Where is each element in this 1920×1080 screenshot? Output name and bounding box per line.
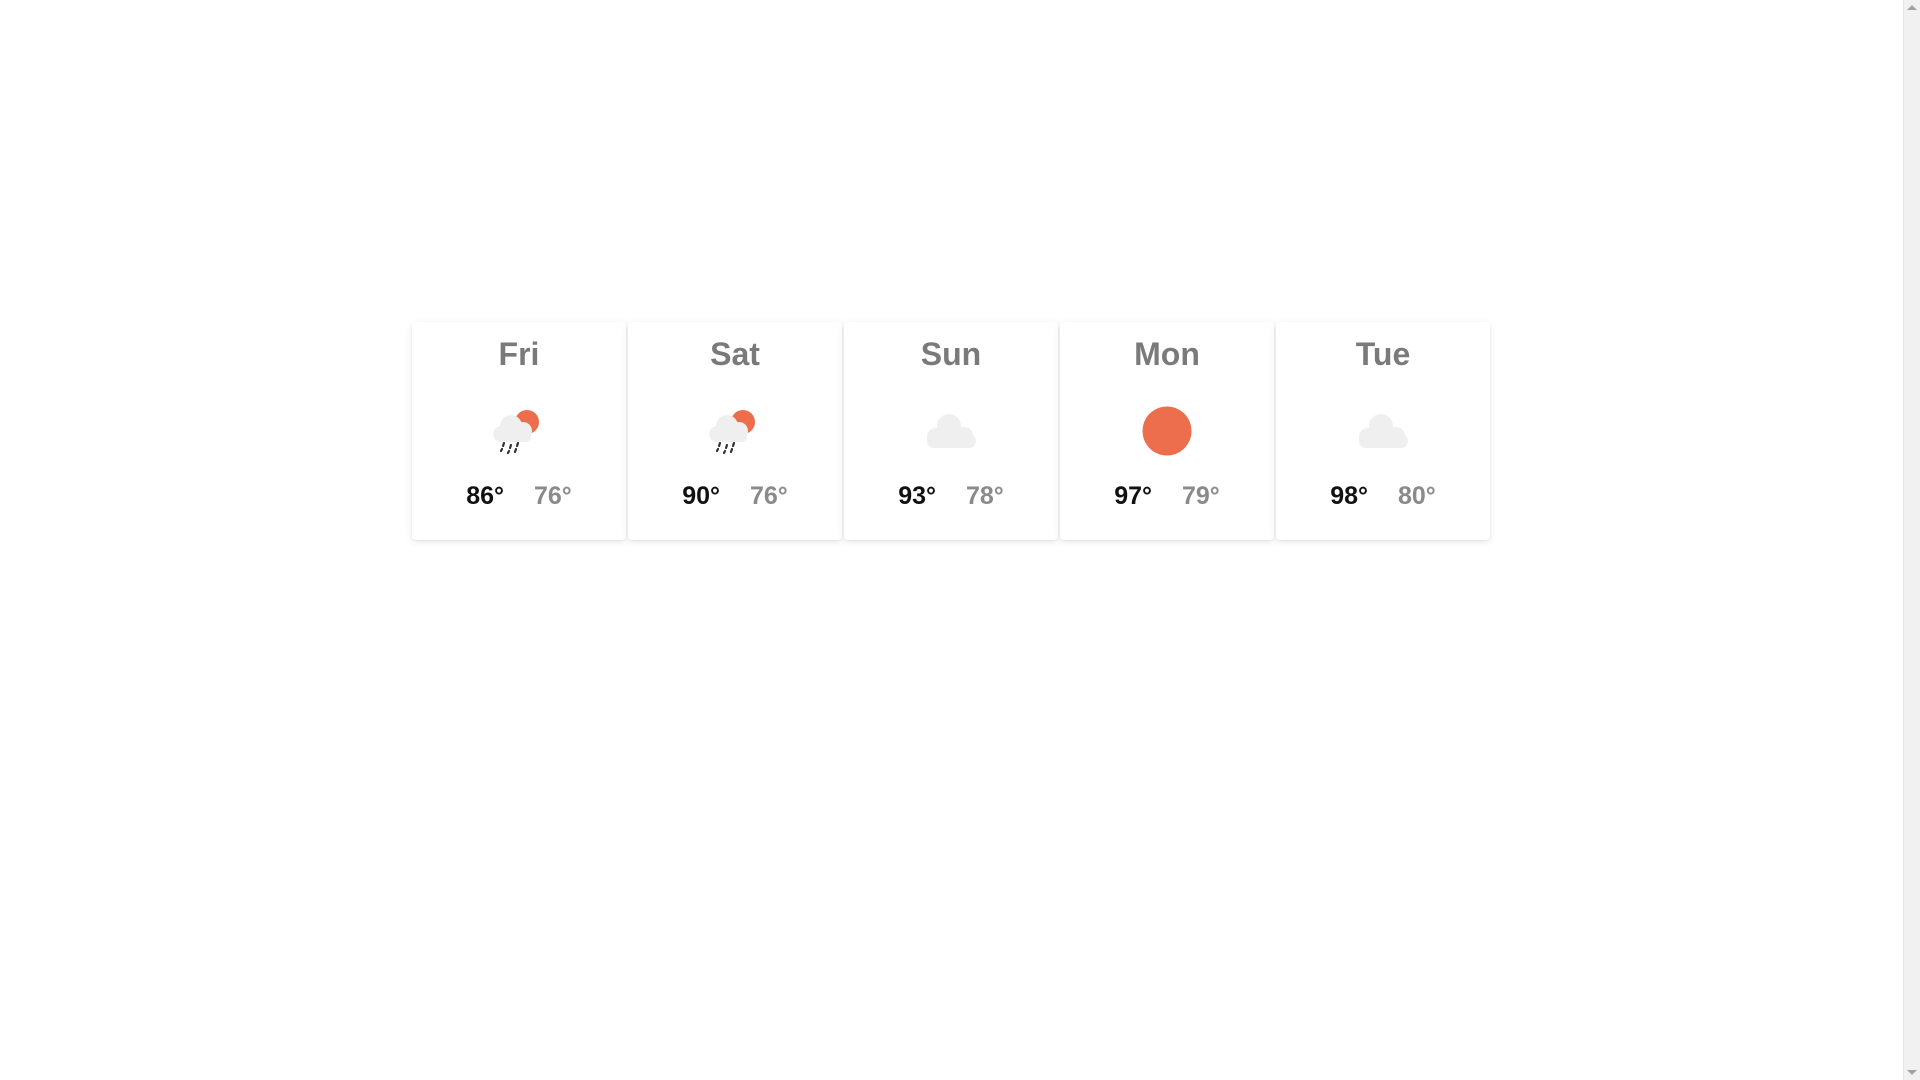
vertical-scrollbar[interactable] [1903,0,1920,1080]
low-temp: 76° [750,482,788,510]
high-temp: 97° [1114,482,1152,510]
low-temp: 79° [1182,482,1220,510]
temperature-range: 93° 78° [898,482,1004,511]
rain-sun-icon [484,403,554,459]
day-card-sat: Sat 90° 76° [628,322,842,540]
cloud-icon [916,403,986,459]
day-name: Sun [920,336,982,372]
day-card-sun: Sun 93° 78° [844,322,1058,540]
day-card-tue: Tue 98° 80° [1276,322,1490,540]
low-temp: 78° [966,482,1004,510]
high-temp: 86° [466,482,504,510]
rain-sun-icon [700,403,770,459]
scroll-up-arrow-icon[interactable] [1907,5,1917,10]
cloud-icon [1348,403,1418,459]
low-temp: 80° [1398,482,1436,510]
sun-icon [1132,403,1202,459]
temperature-range: 98° 80° [1330,482,1436,511]
day-card-fri: Fri 86° 76° [412,322,626,540]
temperature-range: 97° 79° [1114,482,1220,511]
scroll-down-arrow-icon[interactable] [1907,1070,1917,1075]
high-temp: 98° [1330,482,1368,510]
forecast-strip: Fri 86° 76° Sat 90° 76° Sun 93° 78° Mon … [412,322,1490,540]
day-name: Tue [1355,336,1411,372]
day-card-mon: Mon 97° 79° [1060,322,1274,540]
low-temp: 76° [534,482,572,510]
temperature-range: 90° 76° [682,482,788,511]
day-name: Fri [498,336,540,372]
page: Fri 86° 76° Sat 90° 76° Sun 93° 78° Mon … [0,0,1920,1080]
high-temp: 90° [682,482,720,510]
day-name: Mon [1134,336,1200,372]
high-temp: 93° [898,482,936,510]
temperature-range: 86° 76° [466,482,572,511]
day-name: Sat [710,336,760,372]
